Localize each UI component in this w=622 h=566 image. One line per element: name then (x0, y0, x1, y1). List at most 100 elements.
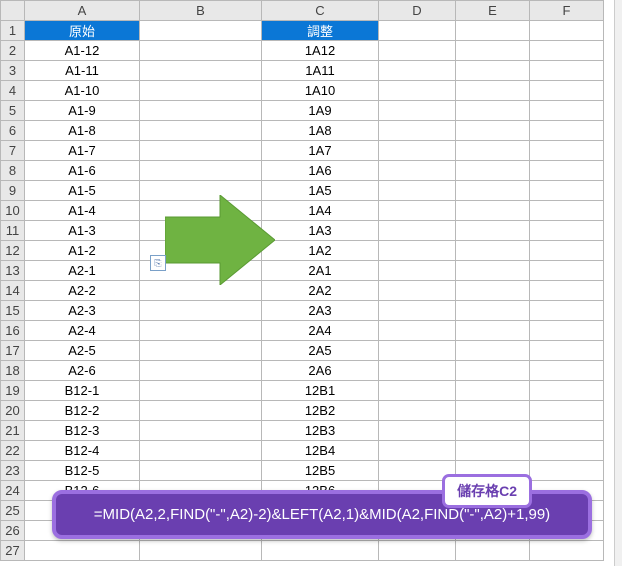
cell-F9[interactable] (530, 181, 604, 201)
cell-D3[interactable] (379, 61, 456, 81)
cell-E15[interactable] (456, 301, 530, 321)
cell-D11[interactable] (379, 221, 456, 241)
cell-D20[interactable] (379, 401, 456, 421)
row-header-3[interactable]: 3 (1, 61, 25, 81)
cell-C5[interactable]: 1A9 (262, 101, 379, 121)
cell-A22[interactable]: B12-4 (25, 441, 140, 461)
cell-B21[interactable] (140, 421, 262, 441)
cell-C7[interactable]: 1A7 (262, 141, 379, 161)
row-header-26[interactable]: 26 (1, 521, 25, 541)
cell-B22[interactable] (140, 441, 262, 461)
cell-A16[interactable]: A2-4 (25, 321, 140, 341)
cell-A14[interactable]: A2-2 (25, 281, 140, 301)
cell-A21[interactable]: B12-3 (25, 421, 140, 441)
cell-E22[interactable] (456, 441, 530, 461)
row-header-21[interactable]: 21 (1, 421, 25, 441)
cell-D13[interactable] (379, 261, 456, 281)
row-header-25[interactable]: 25 (1, 501, 25, 521)
cell-B20[interactable] (140, 401, 262, 421)
cell-A5[interactable]: A1-9 (25, 101, 140, 121)
cell-F21[interactable] (530, 421, 604, 441)
cell-E21[interactable] (456, 421, 530, 441)
cell-D2[interactable] (379, 41, 456, 61)
row-header-9[interactable]: 9 (1, 181, 25, 201)
cell-A23[interactable]: B12-5 (25, 461, 140, 481)
cell-F10[interactable] (530, 201, 604, 221)
cell-B7[interactable] (140, 141, 262, 161)
cell-B3[interactable] (140, 61, 262, 81)
cell-C21[interactable]: 12B3 (262, 421, 379, 441)
cell-B6[interactable] (140, 121, 262, 141)
col-header-E[interactable]: E (456, 1, 530, 21)
row-header-10[interactable]: 10 (1, 201, 25, 221)
cell-E3[interactable] (456, 61, 530, 81)
cell-A1[interactable]: 原始 (25, 21, 140, 41)
cell-D19[interactable] (379, 381, 456, 401)
cell-B14[interactable] (140, 281, 262, 301)
cell-D10[interactable] (379, 201, 456, 221)
cell-C4[interactable]: 1A10 (262, 81, 379, 101)
row-header-11[interactable]: 11 (1, 221, 25, 241)
cell-E2[interactable] (456, 41, 530, 61)
cell-A9[interactable]: A1-5 (25, 181, 140, 201)
row-header-23[interactable]: 23 (1, 461, 25, 481)
cell-A27[interactable] (25, 541, 140, 561)
cell-B5[interactable] (140, 101, 262, 121)
cell-C10[interactable]: 1A4 (262, 201, 379, 221)
cell-D12[interactable] (379, 241, 456, 261)
cell-F17[interactable] (530, 341, 604, 361)
cell-D6[interactable] (379, 121, 456, 141)
cell-F11[interactable] (530, 221, 604, 241)
cell-F15[interactable] (530, 301, 604, 321)
cell-A12[interactable]: A1-2 (25, 241, 140, 261)
cell-B8[interactable] (140, 161, 262, 181)
col-header-D[interactable]: D (379, 1, 456, 21)
row-header-24[interactable]: 24 (1, 481, 25, 501)
row-header-12[interactable]: 12 (1, 241, 25, 261)
cell-E5[interactable] (456, 101, 530, 121)
col-header-A[interactable]: A (25, 1, 140, 21)
cell-B9[interactable] (140, 181, 262, 201)
cell-A10[interactable]: A1-4 (25, 201, 140, 221)
col-header-B[interactable]: B (140, 1, 262, 21)
cell-E14[interactable] (456, 281, 530, 301)
cell-E6[interactable] (456, 121, 530, 141)
row-header-15[interactable]: 15 (1, 301, 25, 321)
cell-D16[interactable] (379, 321, 456, 341)
cell-D9[interactable] (379, 181, 456, 201)
cell-C22[interactable]: 12B4 (262, 441, 379, 461)
row-header-5[interactable]: 5 (1, 101, 25, 121)
cell-F27[interactable] (530, 541, 604, 561)
cell-F23[interactable] (530, 461, 604, 481)
cell-D21[interactable] (379, 421, 456, 441)
cell-A13[interactable]: A2-1 (25, 261, 140, 281)
cell-C13[interactable]: 2A1 (262, 261, 379, 281)
cell-C18[interactable]: 2A6 (262, 361, 379, 381)
cell-F12[interactable] (530, 241, 604, 261)
cell-F14[interactable] (530, 281, 604, 301)
cell-F6[interactable] (530, 121, 604, 141)
cell-C1[interactable]: 調整 (262, 21, 379, 41)
cell-F20[interactable] (530, 401, 604, 421)
cell-F13[interactable] (530, 261, 604, 281)
cell-F1[interactable] (530, 21, 604, 41)
cell-B2[interactable] (140, 41, 262, 61)
cell-C20[interactable]: 12B2 (262, 401, 379, 421)
cell-E13[interactable] (456, 261, 530, 281)
cell-E9[interactable] (456, 181, 530, 201)
row-header-13[interactable]: 13 (1, 261, 25, 281)
cell-C3[interactable]: 1A11 (262, 61, 379, 81)
cell-E19[interactable] (456, 381, 530, 401)
cell-D27[interactable] (379, 541, 456, 561)
cell-F22[interactable] (530, 441, 604, 461)
cell-A3[interactable]: A1-11 (25, 61, 140, 81)
cell-C19[interactable]: 12B1 (262, 381, 379, 401)
row-header-4[interactable]: 4 (1, 81, 25, 101)
cell-B15[interactable] (140, 301, 262, 321)
cell-B17[interactable] (140, 341, 262, 361)
row-header-2[interactable]: 2 (1, 41, 25, 61)
cell-B11[interactable] (140, 221, 262, 241)
cell-F18[interactable] (530, 361, 604, 381)
row-header-17[interactable]: 17 (1, 341, 25, 361)
row-header-19[interactable]: 19 (1, 381, 25, 401)
